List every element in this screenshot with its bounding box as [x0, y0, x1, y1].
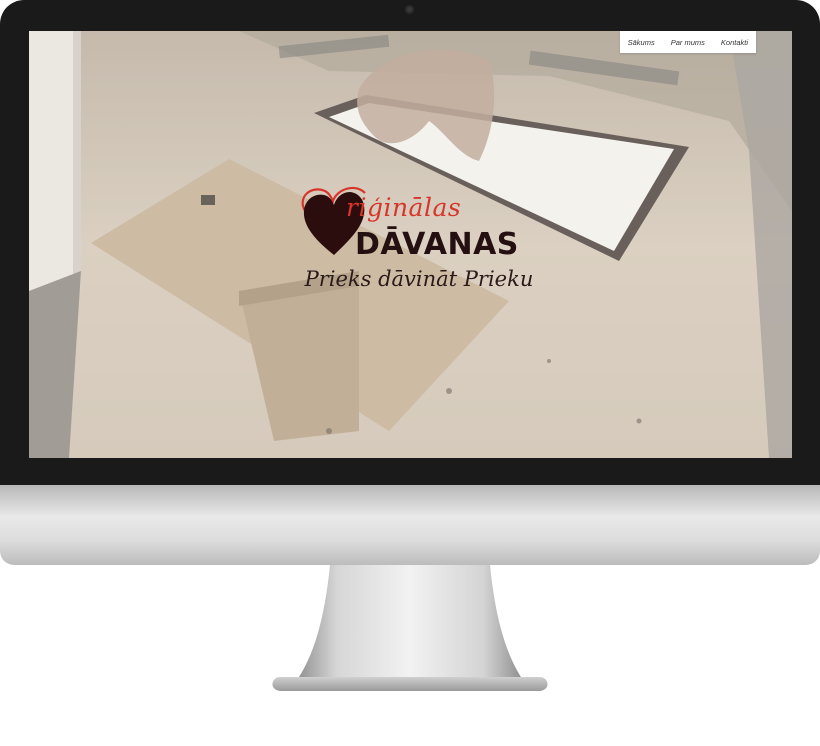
- camera-icon: [405, 5, 414, 14]
- monitor-stand: [272, 565, 548, 691]
- nav-item-sakums[interactable]: Sākums: [628, 38, 655, 47]
- logo-tagline: Prieks dāvināt Prieku: [304, 267, 534, 291]
- logo-top-text: riģinālas: [346, 193, 462, 222]
- monitor-chin: [0, 485, 820, 565]
- site-logo[interactable]: riģinālas DĀVANAS Prieks dāvināt Prieku: [299, 183, 539, 298]
- top-navigation: Sākums Par mums Kontakti: [619, 31, 756, 53]
- logo-main-text: DĀVANAS: [355, 227, 519, 262]
- device-mockup: Sākums Par mums Kontakti riģinālas DĀVAN…: [0, 0, 820, 746]
- nav-item-kontakti[interactable]: Kontakti: [721, 38, 748, 47]
- website-screen: Sākums Par mums Kontakti riģinālas DĀVAN…: [29, 31, 792, 458]
- nav-item-par-mums[interactable]: Par mums: [671, 38, 705, 47]
